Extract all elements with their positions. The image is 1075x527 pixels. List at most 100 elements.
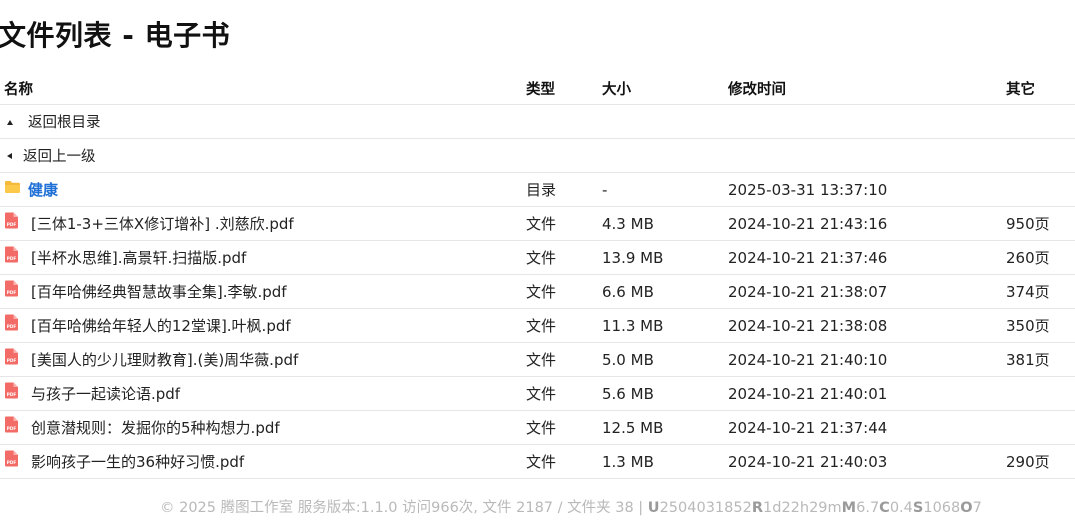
column-header-other[interactable]: 其它	[1006, 72, 1075, 105]
cell-name: PDF 影响孩子一生的36种好习惯.pdf	[0, 444, 526, 479]
pdf-icon: PDF	[4, 314, 19, 335]
cell-name: 健康	[0, 172, 526, 207]
cell-modified: 2024-10-21 21:40:03	[728, 444, 1006, 479]
footer-stat-key: O	[960, 500, 973, 516]
folder-link[interactable]: 健康	[28, 181, 58, 199]
cell-other	[1006, 376, 1075, 411]
file-table: 名称 类型 大小 修改时间 其它 返回根目录 返回上一级 健康 目录 -2025-0…	[0, 72, 1075, 479]
nav-row-root[interactable]: 返回根目录	[0, 104, 1075, 139]
cell-name: PDF [三体1-3+三体X修订增补] .刘慈欣.pdf	[0, 206, 526, 241]
cell-type: 文件	[526, 206, 602, 241]
cell-name: PDF [百年哈佛经典智慧故事全集].李敏.pdf	[0, 274, 526, 309]
cell-size: 1.3 MB	[602, 444, 728, 479]
footer-stat-value: 2504031852	[659, 500, 752, 516]
file-link[interactable]: 与孩子一起读论语.pdf	[31, 385, 180, 403]
footer-stat-key: U	[647, 500, 660, 516]
file-link[interactable]: 影响孩子一生的36种好习惯.pdf	[31, 453, 244, 471]
cell-type: 文件	[526, 274, 602, 309]
svg-text:PDF: PDF	[7, 324, 17, 329]
table-row[interactable]: PDF [三体1-3+三体X修订增补] .刘慈欣.pdf 文件 4.3 MB 2024-…	[0, 206, 1075, 241]
cell-type: 文件	[526, 444, 602, 479]
triangle-up-icon	[7, 119, 13, 125]
table-row[interactable]: PDF 影响孩子一生的36种好习惯.pdf 文件 1.3 MB 2024-10-21 2…	[0, 444, 1075, 479]
pdf-icon: PDF	[4, 450, 19, 471]
pdf-icon: PDF	[4, 212, 19, 233]
svg-text:PDF: PDF	[7, 256, 17, 261]
cell-size: 5.6 MB	[602, 376, 728, 411]
svg-text:PDF: PDF	[7, 222, 17, 227]
table-row[interactable]: PDF 与孩子一起读论语.pdf 文件 5.6 MB 2024-10-21 21:40:…	[0, 376, 1075, 411]
svg-text:PDF: PDF	[7, 426, 17, 431]
file-link[interactable]: [美国人的少儿理财教育].(美)周华薇.pdf	[31, 351, 298, 369]
cell-modified: 2024-10-21 21:38:07	[728, 274, 1006, 309]
cell-other: 260页	[1006, 240, 1075, 275]
cell-type: 文件	[526, 342, 602, 377]
column-header-name[interactable]: 名称	[0, 72, 526, 105]
table-row[interactable]: PDF [美国人的少儿理财教育].(美)周华薇.pdf 文件 5.0 MB 2024-1…	[0, 342, 1075, 377]
cell-modified: 2024-10-21 21:40:01	[728, 376, 1006, 411]
cell-other: 950页	[1006, 206, 1075, 241]
cell-type: 目录	[526, 172, 602, 207]
pdf-icon: PDF	[4, 382, 19, 403]
pdf-icon: PDF	[4, 416, 19, 437]
cell-other: 381页	[1006, 342, 1075, 377]
footer-stat-key: M	[841, 500, 857, 516]
back-to-parent-link[interactable]: 返回上一级	[23, 149, 96, 165]
cell-modified: 2024-10-21 21:43:16	[728, 206, 1006, 241]
cell-size: 6.6 MB	[602, 274, 728, 309]
cell-other: 374页	[1006, 274, 1075, 309]
cell-modified: 2025-03-31 13:37:10	[728, 172, 1006, 207]
cell-name: PDF 与孩子一起读论语.pdf	[0, 376, 526, 411]
footer: © 2025 腾图工作室 服务版本:1.1.0 访问966次, 文件 2187 …	[160, 496, 982, 517]
footer-stat-key: R	[751, 500, 764, 516]
cell-size: 13.9 MB	[602, 240, 728, 275]
file-link[interactable]: 创意潜规则：发掘你的5种构想力.pdf	[31, 419, 280, 437]
table-row[interactable]: PDF [百年哈佛给年轻人的12堂课].叶枫.pdf 文件 11.3 MB 2024-1…	[0, 308, 1075, 343]
footer-stat-key: C	[879, 500, 890, 516]
nav-row-parent[interactable]: 返回上一级	[0, 138, 1075, 173]
cell-modified: 2024-10-21 21:38:08	[728, 308, 1006, 343]
table-header-row: 名称 类型 大小 修改时间 其它	[0, 72, 1075, 105]
cell-other: 290页	[1006, 444, 1075, 479]
cell-type: 文件	[526, 308, 602, 343]
column-header-size[interactable]: 大小	[602, 72, 728, 105]
cell-other	[1006, 410, 1075, 445]
footer-stat-value: 6.7	[856, 500, 880, 516]
file-link[interactable]: [百年哈佛给年轻人的12堂课].叶枫.pdf	[31, 317, 291, 335]
footer-stat-value: 7	[972, 500, 982, 516]
cell-modified: 2024-10-21 21:37:46	[728, 240, 1006, 275]
svg-text:PDF: PDF	[7, 460, 17, 465]
pdf-icon: PDF	[4, 246, 19, 267]
table-row[interactable]: PDF 创意潜规则：发掘你的5种构想力.pdf 文件 12.5 MB 2024-10-2…	[0, 410, 1075, 445]
file-link[interactable]: [三体1-3+三体X修订增补] .刘慈欣.pdf	[31, 215, 294, 233]
cell-other: 350页	[1006, 308, 1075, 343]
file-link[interactable]: [半杯水思维].高景轩.扫描版.pdf	[31, 249, 246, 267]
footer-copyright: © 2025 腾图工作室 服务版本:1.1.0 访问966次, 文件 2187 …	[160, 500, 648, 516]
column-header-modified[interactable]: 修改时间	[728, 72, 1006, 105]
folder-icon	[4, 180, 21, 198]
cell-type: 文件	[526, 410, 602, 445]
footer-stat-key: S	[912, 500, 924, 516]
cell-modified: 2024-10-21 21:40:10	[728, 342, 1006, 377]
cell-type: 文件	[526, 240, 602, 275]
table-row[interactable]: 健康 目录 -2025-03-31 13:37:10	[0, 172, 1075, 207]
cell-name: PDF [百年哈佛给年轻人的12堂课].叶枫.pdf	[0, 308, 526, 343]
page-title: 文件列表 - 电子书	[0, 19, 231, 52]
cell-name: PDF 创意潜规则：发掘你的5种构想力.pdf	[0, 410, 526, 445]
cell-size: -	[602, 172, 728, 207]
column-header-type[interactable]: 类型	[526, 72, 602, 105]
table-row[interactable]: PDF [半杯水思维].高景轩.扫描版.pdf 文件 13.9 MB 2024-10-2…	[0, 240, 1075, 275]
triangle-left-icon	[7, 153, 12, 159]
cell-name: PDF [半杯水思维].高景轩.扫描版.pdf	[0, 240, 526, 275]
footer-stat-value: 1068	[923, 500, 961, 516]
svg-text:PDF: PDF	[7, 392, 17, 397]
cell-size: 5.0 MB	[602, 342, 728, 377]
back-to-root-link[interactable]: 返回根目录	[28, 115, 101, 131]
cell-other	[1006, 172, 1075, 207]
table-row[interactable]: PDF [百年哈佛经典智慧故事全集].李敏.pdf 文件 6.6 MB 2024-10-…	[0, 274, 1075, 309]
cell-size: 12.5 MB	[602, 410, 728, 445]
pdf-icon: PDF	[4, 348, 19, 369]
file-link[interactable]: [百年哈佛经典智慧故事全集].李敏.pdf	[31, 283, 287, 301]
cell-type: 文件	[526, 376, 602, 411]
cell-name: PDF [美国人的少儿理财教育].(美)周华薇.pdf	[0, 342, 526, 377]
